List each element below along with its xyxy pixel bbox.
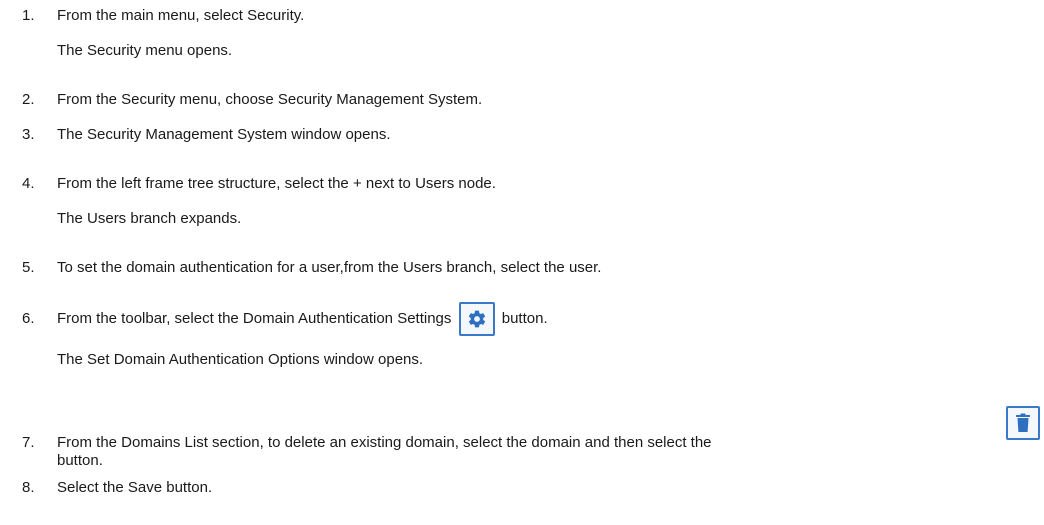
step-text: From the toolbar, select the Domain Auth… <box>57 302 548 337</box>
step-number: 1. <box>22 7 35 24</box>
step-number: 4. <box>22 175 35 192</box>
delete-domain-button[interactable] <box>1006 406 1040 440</box>
step-number: 2. <box>22 91 35 108</box>
step-text-after: button. <box>501 310 548 327</box>
step-text: From the main menu, select Security. <box>57 7 305 24</box>
step-text: From the Security menu, choose Security … <box>57 91 483 108</box>
step-text: The Security Management System window op… <box>57 126 391 143</box>
step-result: The Set Domain Authentication Options wi… <box>57 351 424 368</box>
step-continuation: button. <box>57 452 103 469</box>
step-number: 7. <box>22 434 35 451</box>
gear-icon <box>468 310 485 328</box>
step-text: From the left frame tree structure, sele… <box>57 175 496 192</box>
document-page: 1. From the main menu, select Security. … <box>0 0 1044 525</box>
step-text: Select the Save button. <box>57 479 213 496</box>
step-number: 6. <box>22 310 35 327</box>
domain-authentication-settings-button[interactable] <box>458 302 495 337</box>
step-number: 8. <box>22 479 35 496</box>
step-result: The Users branch expands. <box>57 210 242 227</box>
step-number: 5. <box>22 259 35 276</box>
step-number: 3. <box>22 126 35 143</box>
step-text-before: From the toolbar, select the Domain Auth… <box>57 310 452 327</box>
step-text: To set the domain authentication for a u… <box>57 259 602 276</box>
step-result: The Security menu opens. <box>57 42 233 59</box>
trash-icon <box>1016 413 1030 432</box>
step-text: From the Domains List section, to delete… <box>57 434 712 451</box>
